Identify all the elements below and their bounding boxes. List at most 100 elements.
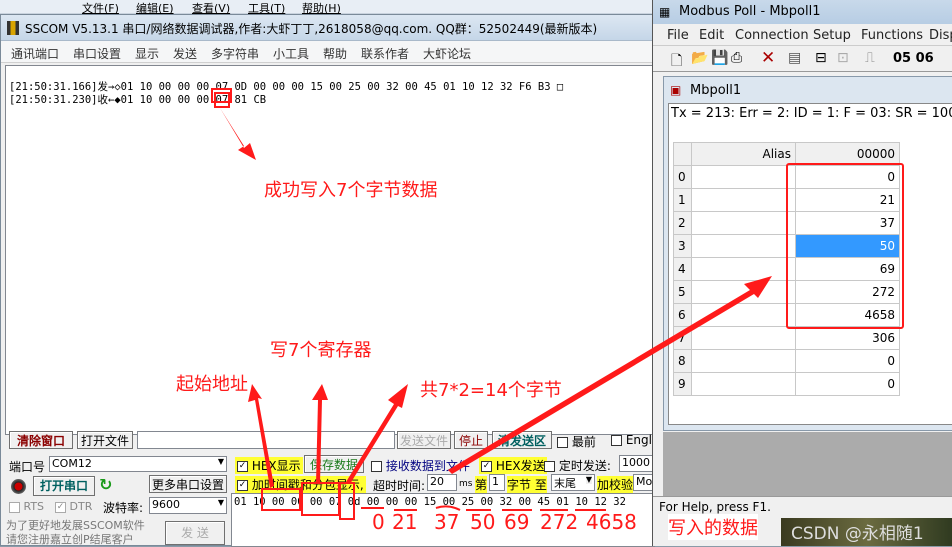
alias-cell[interactable] [691, 211, 796, 235]
menu-functions[interactable]: Functions [861, 28, 923, 43]
row-index[interactable]: 8 [673, 349, 692, 373]
checkbox-box[interactable] [557, 437, 568, 448]
alias-cell[interactable] [691, 349, 796, 373]
timed-send-checkbox[interactable]: 定时发送: [544, 457, 611, 474]
alias-cell[interactable] [691, 234, 796, 258]
open-file-button[interactable]: 打开文件 [77, 431, 133, 449]
pulse-icon[interactable]: ⎍ [865, 50, 875, 66]
port-select[interactable]: COM12 ▼ [49, 456, 227, 472]
modbus-menubar: File Edit Connection Setup Functions Dis… [653, 24, 952, 46]
checkbox-box[interactable] [544, 461, 555, 472]
checkbox-box[interactable]: ✓ [481, 461, 492, 472]
baud-select[interactable]: 9600 ▼ [149, 497, 227, 514]
alias-cell[interactable] [691, 165, 796, 189]
row-index[interactable]: 1 [673, 188, 692, 212]
save-data-button[interactable]: 保存数据 [304, 455, 364, 473]
byte-to-select[interactable]: 末尾 ▼ [551, 474, 595, 491]
refresh-icon[interactable]: ↻ [99, 475, 112, 494]
save-icon[interactable]: 💾 [711, 50, 728, 66]
menu-multi-string[interactable]: 多字符串 [211, 45, 259, 62]
clear-send-button[interactable]: 清发送区 [492, 431, 552, 449]
alias-cell[interactable] [691, 280, 796, 304]
send-file-button[interactable]: 发送文件 [397, 431, 451, 449]
register-value-cell[interactable]: 306 [795, 326, 900, 350]
connect-icon[interactable]: ⊟ [815, 50, 827, 66]
address-header[interactable]: 00000 [795, 142, 900, 166]
checkbox-box[interactable] [9, 501, 20, 513]
open-folder-icon[interactable]: 📂 [691, 50, 708, 66]
menu-contact[interactable]: 联系作者 [361, 45, 409, 62]
menu-connection[interactable]: Connection [735, 28, 809, 43]
menu-edit[interactable]: Edit [699, 28, 724, 43]
function-codes[interactable]: 05 06 [893, 51, 934, 66]
clear-window-button[interactable]: 清除窗口 [9, 431, 73, 449]
checkbox-box[interactable]: ✓ [55, 501, 66, 513]
print-icon[interactable]: ⎙ [731, 50, 742, 66]
row-index[interactable]: 6 [673, 303, 692, 327]
register-value-cell[interactable]: 37 [795, 211, 900, 235]
register-value-cell[interactable]: 272 [795, 280, 900, 304]
menu-send[interactable]: 发送 [173, 45, 197, 62]
disconnect-device-icon[interactable]: ⊡ [837, 50, 849, 66]
checkbox-box[interactable]: ✓ [237, 461, 248, 472]
log-direction: 收←◆ [97, 94, 121, 106]
recv-to-file-checkbox[interactable]: 接收数据到文件 [371, 457, 470, 474]
menu-port-settings[interactable]: 串口设置 [73, 45, 121, 62]
chevron-down-icon[interactable]: ▼ [585, 475, 592, 484]
window-icon[interactable]: ▤ [788, 50, 801, 66]
byte-from-input[interactable]: 1 [489, 474, 505, 491]
menu-display[interactable]: 显示 [135, 45, 159, 62]
register-value-cell[interactable]: 4658 [795, 303, 900, 327]
menu-forum[interactable]: 大虾论坛 [423, 45, 471, 62]
register-value-cell[interactable]: 0 [795, 349, 900, 373]
hex-display-checkbox[interactable]: ✓ HEX显示 [235, 457, 303, 474]
row-index[interactable]: 5 [673, 280, 692, 304]
register-value-cell[interactable]: 69 [795, 257, 900, 281]
alias-cell[interactable] [691, 188, 796, 212]
chevron-down-icon[interactable]: ▼ [218, 498, 224, 507]
checkbox-box[interactable] [611, 435, 622, 446]
menu-tools[interactable]: 小工具 [273, 45, 309, 62]
topmost-checkbox[interactable]: 最前 [557, 433, 596, 450]
register-value-cell[interactable]: 0 [795, 165, 900, 189]
mdi-background [663, 432, 952, 496]
menu-comm-port[interactable]: 通讯端口 [11, 45, 59, 62]
english-checkbox[interactable]: English [611, 433, 655, 447]
register-value-cell[interactable]: 50 [795, 234, 900, 258]
menu-file[interactable]: File [667, 28, 689, 43]
menu-help[interactable]: 帮助 [323, 45, 347, 62]
register-value-cell[interactable]: 21 [795, 188, 900, 212]
hex-send-checkbox[interactable]: ✓ HEX发送 [479, 457, 547, 474]
row-index[interactable]: 4 [673, 257, 692, 281]
row-index[interactable]: 9 [673, 372, 692, 396]
timestamp-checkbox[interactable]: ✓ 加时间戳和分包显示, [235, 476, 366, 493]
timeout-input[interactable]: 20 [427, 474, 457, 491]
alias-cell[interactable] [691, 326, 796, 350]
open-port-button[interactable]: 打开串口 [33, 476, 95, 496]
row-index[interactable]: 2 [673, 211, 692, 235]
checkbox-box[interactable]: ✓ [237, 480, 248, 491]
more-port-settings-button[interactable]: 更多串口设置 [149, 475, 227, 493]
timed-send-label: 定时发送: [558, 459, 611, 473]
timer-interval-input[interactable]: 1000 [619, 455, 653, 472]
row-index[interactable]: 0 [673, 165, 692, 189]
rts-checkbox[interactable]: RTS [9, 500, 44, 513]
menu-setup[interactable]: Setup [813, 28, 851, 43]
file-path-input[interactable] [137, 431, 395, 449]
checkbox-box[interactable] [371, 461, 382, 472]
dtr-checkbox[interactable]: ✓ DTR [55, 500, 92, 513]
row-index[interactable]: 3 [673, 234, 692, 258]
chevron-down-icon[interactable]: ▼ [218, 457, 224, 466]
alias-header[interactable]: Alias [691, 142, 796, 166]
alias-cell[interactable] [691, 303, 796, 327]
menu-display[interactable]: Disp [929, 28, 952, 43]
disconnect-icon[interactable]: ✕ [761, 48, 775, 68]
row-index[interactable]: 7 [673, 326, 692, 350]
promo-text[interactable]: 为了更好地发展SSCOM软件 请您注册嘉立创P结尾客户 [6, 519, 145, 547]
alias-cell[interactable] [691, 257, 796, 281]
alias-cell[interactable] [691, 372, 796, 396]
register-value-cell[interactable]: 0 [795, 372, 900, 396]
send-button[interactable]: 发 送 [165, 521, 225, 545]
new-document-icon[interactable]: 🗋 [671, 50, 682, 74]
stop-button[interactable]: 停止 [454, 431, 488, 449]
